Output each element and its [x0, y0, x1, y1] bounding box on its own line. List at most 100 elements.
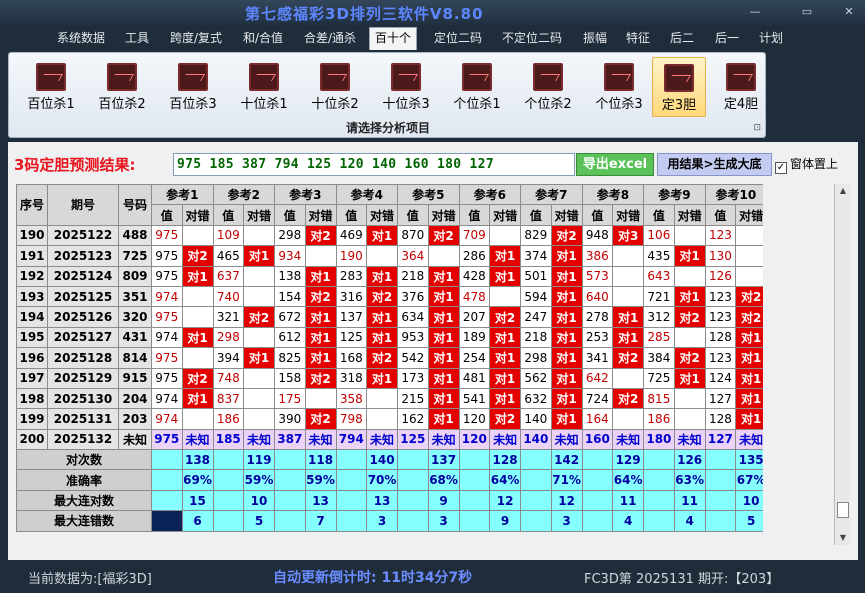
- hit-cell: [612, 245, 645, 267]
- ref-value-cell: 374: [520, 245, 552, 267]
- status-bar: 当前数据为:[福彩3D] 自动更新倒计时: 11时34分7秒 FC3D第 202…: [0, 562, 865, 593]
- ref-value-cell: 321: [212, 306, 245, 328]
- ref-value-cell: 390: [274, 408, 306, 430]
- scroll-down-icon[interactable]: ▼: [835, 531, 851, 545]
- stats-value: 11: [673, 489, 706, 512]
- chart-icon: [726, 63, 756, 91]
- minimize-button[interactable]: —: [742, 3, 768, 21]
- predicted-value-cell: 975: [151, 428, 183, 451]
- export-excel-button[interactable]: 导出excel: [576, 153, 654, 176]
- period-header: 期号: [47, 184, 119, 226]
- stats-value: 12: [489, 489, 522, 512]
- ref-value-cell: 137: [335, 306, 368, 328]
- menu-item[interactable]: 不定位二码: [497, 28, 567, 48]
- ribbon-button[interactable]: 定4胆: [715, 57, 767, 117]
- ref-value-cell: 215: [397, 387, 429, 410]
- hit-cell: [427, 245, 460, 267]
- number-cell: 488: [118, 224, 152, 247]
- ref-value-cell: 634: [397, 306, 429, 328]
- menu-item[interactable]: 后二: [665, 28, 699, 48]
- hit-cell: 对1: [427, 347, 460, 369]
- stats-value: 3: [550, 510, 583, 532]
- ref-value-cell: 278: [581, 306, 614, 328]
- vertical-scrollbar[interactable]: ▲ ▼: [834, 184, 850, 545]
- ribbon-button-label: 百位杀2: [98, 97, 146, 112]
- hit-header: 对错: [550, 204, 583, 226]
- hit-cell: [735, 265, 763, 287]
- period-cell: 2025127: [47, 326, 119, 349]
- stats-value: 129: [612, 449, 645, 471]
- hit-cell: [243, 326, 276, 349]
- ribbon-button[interactable]: 百位杀1: [18, 57, 84, 117]
- ref-value-cell: 168: [335, 347, 368, 369]
- menu-item[interactable]: 和/合值: [238, 28, 288, 48]
- prediction-result-field[interactable]: 975 185 387 794 125 120 140 160 180 127: [173, 153, 575, 176]
- ref-group-header: 参考3: [274, 184, 337, 206]
- ribbon-button[interactable]: 十位杀1: [231, 57, 297, 117]
- menu-item[interactable]: 跨度/复式: [165, 28, 227, 48]
- menu-item[interactable]: 系统数据: [52, 28, 110, 48]
- ref-group-header: 参考4: [335, 184, 399, 206]
- checkbox-icon[interactable]: ✓: [775, 162, 787, 174]
- app-title: 第七感福彩3D排列三软件V8.80: [245, 5, 484, 23]
- ribbon-button[interactable]: 百位杀2: [89, 57, 155, 117]
- ribbon-button[interactable]: 百位杀3: [160, 57, 226, 117]
- ref-group-header: 参考8: [581, 184, 645, 206]
- seq-cell: 194: [16, 306, 48, 328]
- stats-spacer: [335, 510, 368, 532]
- ref-value-cell: 140: [520, 408, 552, 430]
- hit-cell: [243, 285, 276, 308]
- seq-cell: 198: [16, 387, 48, 410]
- ribbon-button[interactable]: 十位杀2: [302, 57, 368, 117]
- hit-cell: 对1: [304, 326, 337, 349]
- expand-icon[interactable]: ⊡: [753, 123, 761, 133]
- analysis-grid: 序号 期号 号码 参考1 参考2 参考3 参考4 参考5 参考6 参考7 参考8 参考9 参考10 值对错…: [16, 184, 763, 545]
- menu-item[interactable]: 合差/通杀: [299, 28, 361, 48]
- ribbon-button[interactable]: 个位杀2: [515, 57, 581, 117]
- stats-value: 4: [673, 510, 706, 532]
- hit-cell: 对1: [550, 245, 583, 267]
- table-row: 196 2025128 814 975 394 对1 825 对1 168 对2 542 对1 254 对…: [16, 347, 763, 369]
- seq-cell: 195: [16, 326, 48, 349]
- unknown-cell: 未知: [243, 428, 276, 451]
- stats-spacer: [643, 489, 675, 512]
- menu-item[interactable]: 工具: [120, 28, 154, 48]
- ribbon-button-label: 个位杀1: [453, 97, 501, 112]
- ribbon-button[interactable]: 个位杀3: [586, 57, 652, 117]
- window-on-top-checkbox[interactable]: ✓ 窗体置上: [775, 155, 838, 174]
- scroll-thumb[interactable]: [837, 502, 849, 518]
- stats-value: 119: [243, 449, 276, 471]
- ribbon-button-label: 个位杀3: [595, 97, 643, 112]
- ref-value-cell: 974: [151, 387, 183, 410]
- stats-spacer: [335, 469, 368, 491]
- ref-group-header: 参考1: [151, 184, 214, 206]
- hit-cell: [181, 224, 214, 247]
- ref-value-cell: 207: [458, 306, 491, 328]
- ribbon-button[interactable]: 定3胆: [652, 57, 706, 117]
- hit-cell: 对1: [489, 326, 522, 349]
- scroll-up-icon[interactable]: ▲: [835, 184, 851, 198]
- hit-cell: 对1: [612, 306, 645, 328]
- generate-base-button[interactable]: 用结果>生成大底: [657, 153, 772, 176]
- menu-item[interactable]: 特征: [621, 28, 655, 48]
- hit-header: 对错: [673, 204, 706, 226]
- close-button[interactable]: ✕: [836, 3, 862, 21]
- window-on-top-label: 窗体置上: [790, 157, 839, 171]
- stats-spacer: [643, 449, 675, 471]
- hit-cell: 对1: [550, 387, 583, 410]
- menu-item[interactable]: 振幅: [578, 28, 612, 48]
- prediction-row: 200 2025132 未知 975 未知 185 未知 387 未知 794 未知 125 未知 120…: [16, 428, 763, 451]
- menu-item[interactable]: 定位二码: [429, 28, 487, 48]
- prediction-label: 3码定胆预测结果:: [14, 156, 136, 174]
- ref-value-cell: 189: [458, 326, 491, 349]
- chart-icon: [604, 63, 634, 91]
- stats-spacer: [458, 449, 491, 471]
- hit-cell: 对2: [735, 285, 763, 308]
- menu-item[interactable]: 计划: [754, 28, 788, 48]
- ribbon-button[interactable]: 十位杀3: [373, 57, 439, 117]
- menu-item[interactable]: 后一: [710, 28, 744, 48]
- value-header: 值: [520, 204, 552, 226]
- menu-item[interactable]: 百十个: [369, 27, 418, 50]
- maximize-button[interactable]: ▭: [794, 3, 820, 21]
- ribbon-button[interactable]: 个位杀1: [444, 57, 510, 117]
